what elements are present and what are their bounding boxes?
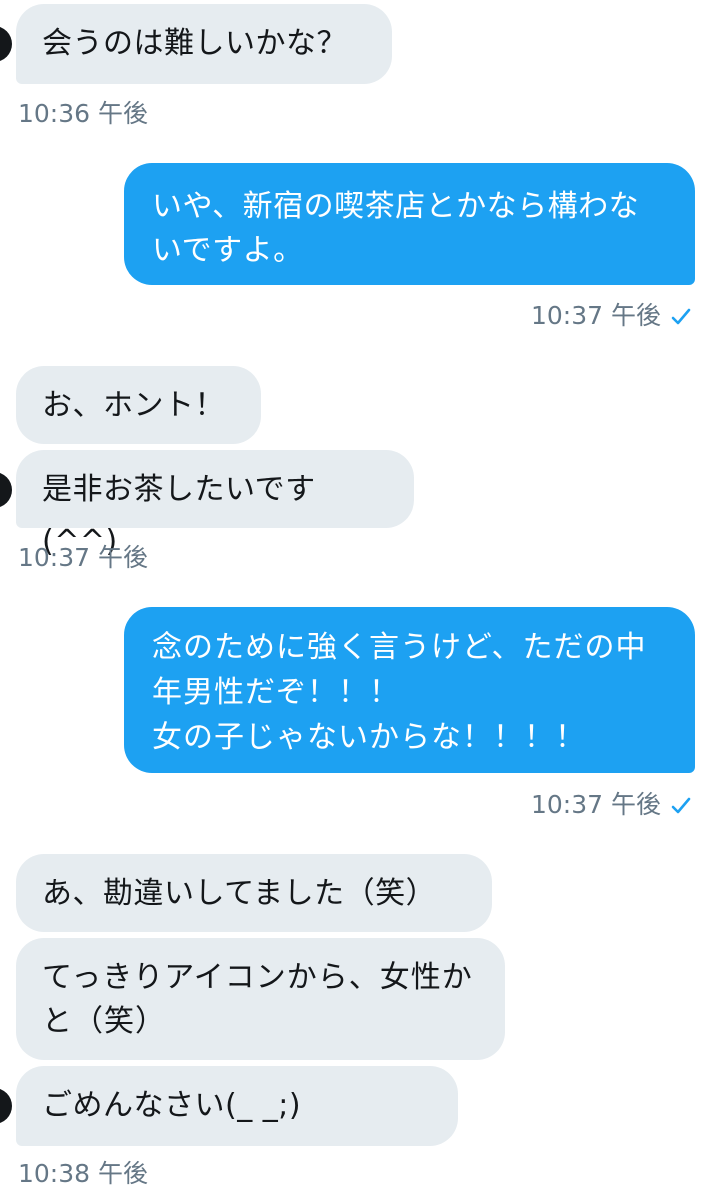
outgoing-message[interactable]: いや、新宿の喫茶店とかなら構わないですよ。: [124, 163, 695, 285]
message-timestamp: 10:38 午後: [18, 1159, 148, 1188]
message-timestamp: 10:37 午後: [531, 785, 691, 821]
message-timestamp: 10:37 午後: [531, 296, 691, 332]
incoming-message[interactable]: 是非お茶したいです(^^): [16, 450, 414, 559]
avatar[interactable]: [0, 472, 12, 508]
message-timestamp: 10:36 午後: [18, 99, 148, 128]
avatar[interactable]: [0, 26, 12, 62]
incoming-message[interactable]: ごめんなさい(_ _;): [16, 1066, 458, 1146]
incoming-message[interactable]: あ、勘違いしてました（笑）: [16, 854, 492, 932]
timestamp-text: 10:37 午後: [531, 301, 661, 330]
message-timestamp: 10:37 午後: [18, 543, 148, 572]
avatar[interactable]: [0, 1088, 12, 1124]
check-icon: [671, 797, 691, 814]
outgoing-message[interactable]: 念のために強く言うけど、ただの中年男性だぞ！！！ 女の子じゃないからな！！！！: [124, 607, 695, 773]
incoming-message[interactable]: お、ホント！: [16, 366, 261, 444]
incoming-message[interactable]: 会うのは難しいかな？: [16, 4, 392, 84]
incoming-message[interactable]: てっきりアイコンから、女性かと（笑）: [16, 938, 505, 1060]
check-icon: [671, 308, 691, 325]
timestamp-text: 10:37 午後: [531, 790, 661, 819]
